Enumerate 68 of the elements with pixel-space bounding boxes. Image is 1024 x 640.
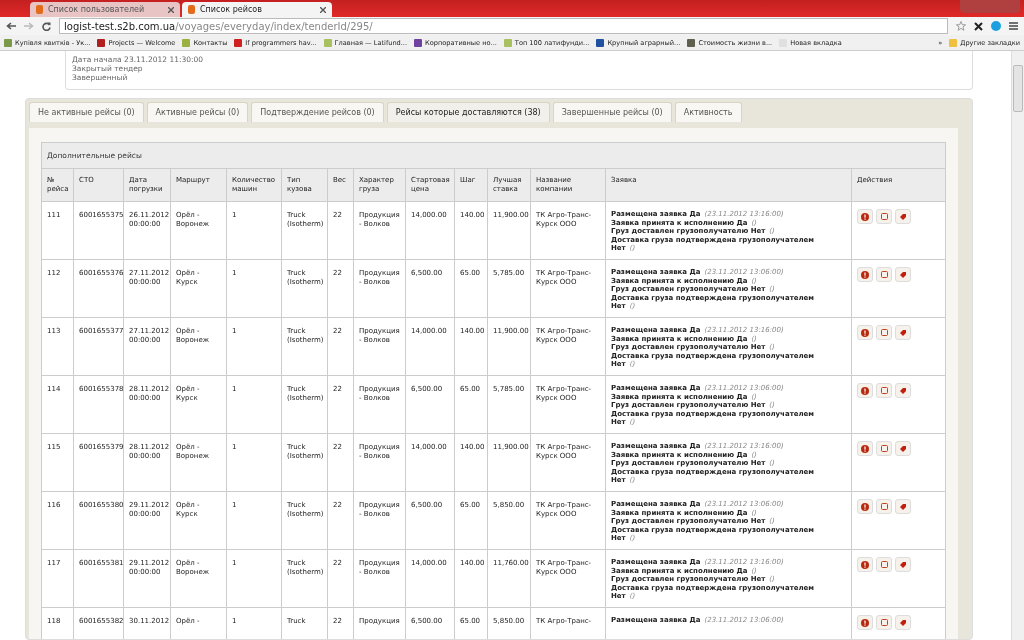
edit-button[interactable]: [876, 615, 892, 630]
document-icon: [880, 213, 888, 220]
close-icon[interactable]: [320, 6, 326, 13]
edit-button[interactable]: [876, 209, 892, 224]
document-icon: [880, 329, 888, 336]
document-icon: [880, 271, 888, 278]
alert-icon: [861, 270, 869, 279]
tag-icon: [899, 386, 907, 395]
tag-button[interactable]: [895, 383, 911, 398]
edit-button[interactable]: [876, 499, 892, 514]
edit-button[interactable]: [876, 383, 892, 398]
folder-icon: [949, 38, 958, 47]
info-button[interactable]: [857, 209, 873, 224]
alert-icon: [861, 560, 869, 569]
alert-icon: [861, 444, 869, 453]
info-button[interactable]: [857, 383, 873, 398]
document-icon: [880, 561, 888, 568]
tag-button[interactable]: [895, 615, 911, 630]
tag-button[interactable]: [895, 557, 911, 572]
info-button[interactable]: [857, 325, 873, 340]
alert-icon: [861, 386, 869, 395]
info-button[interactable]: [857, 499, 873, 514]
logo-icon: [36, 5, 43, 14]
tab[interactable]: Завершенные рейсы (0): [552, 102, 672, 122]
edit-button[interactable]: [876, 441, 892, 456]
info-button[interactable]: [857, 615, 873, 630]
scrollbar[interactable]: [1011, 51, 1024, 640]
tab[interactable]: Активные рейсы (0): [146, 102, 249, 122]
skype-icon[interactable]: [991, 21, 1001, 31]
tab[interactable]: Подтверждение рейсов (0): [251, 102, 384, 122]
alert-icon: [861, 212, 869, 221]
reload-icon[interactable]: [42, 21, 51, 31]
document-icon: [880, 387, 888, 394]
tag-icon: [899, 270, 907, 279]
address-field[interactable]: logist-test.s2b.com.ua/voyages/everyday/index/tenderId/295/: [59, 18, 948, 34]
star-icon[interactable]: [956, 21, 966, 31]
logo-icon: [188, 5, 195, 14]
edit-button[interactable]: [876, 267, 892, 282]
tag-button[interactable]: [895, 209, 911, 224]
browser-tab[interactable]: Список пользователей: [30, 2, 180, 17]
tab[interactable]: Не активные рейсы (0): [29, 102, 144, 122]
tag-icon: [899, 328, 907, 337]
close-icon[interactable]: [974, 21, 983, 31]
tag-button[interactable]: [895, 267, 911, 282]
document-icon: [880, 503, 888, 510]
alert-icon: [861, 328, 869, 337]
info-button[interactable]: [857, 441, 873, 456]
alert-icon: [861, 502, 869, 511]
tag-icon: [899, 618, 907, 627]
tag-icon: [899, 560, 907, 569]
browser-tab[interactable]: Список рейсов: [182, 2, 332, 17]
document-icon: [880, 445, 888, 452]
tag-button[interactable]: [895, 499, 911, 514]
tab[interactable]: Активность: [674, 102, 742, 122]
tab[interactable]: Рейсы которые доставляются (38): [386, 102, 550, 122]
back-icon[interactable]: [6, 22, 16, 30]
alert-icon: [861, 618, 869, 627]
menu-icon[interactable]: [1009, 22, 1018, 30]
tag-icon: [899, 444, 907, 453]
tag-button[interactable]: [895, 441, 911, 456]
info-button[interactable]: [857, 557, 873, 572]
info-button[interactable]: [857, 267, 873, 282]
edit-button[interactable]: [876, 557, 892, 572]
document-icon: [880, 619, 888, 626]
edit-button[interactable]: [876, 325, 892, 340]
tag-icon: [899, 502, 907, 511]
tag-icon: [899, 212, 907, 221]
tag-button[interactable]: [895, 325, 911, 340]
